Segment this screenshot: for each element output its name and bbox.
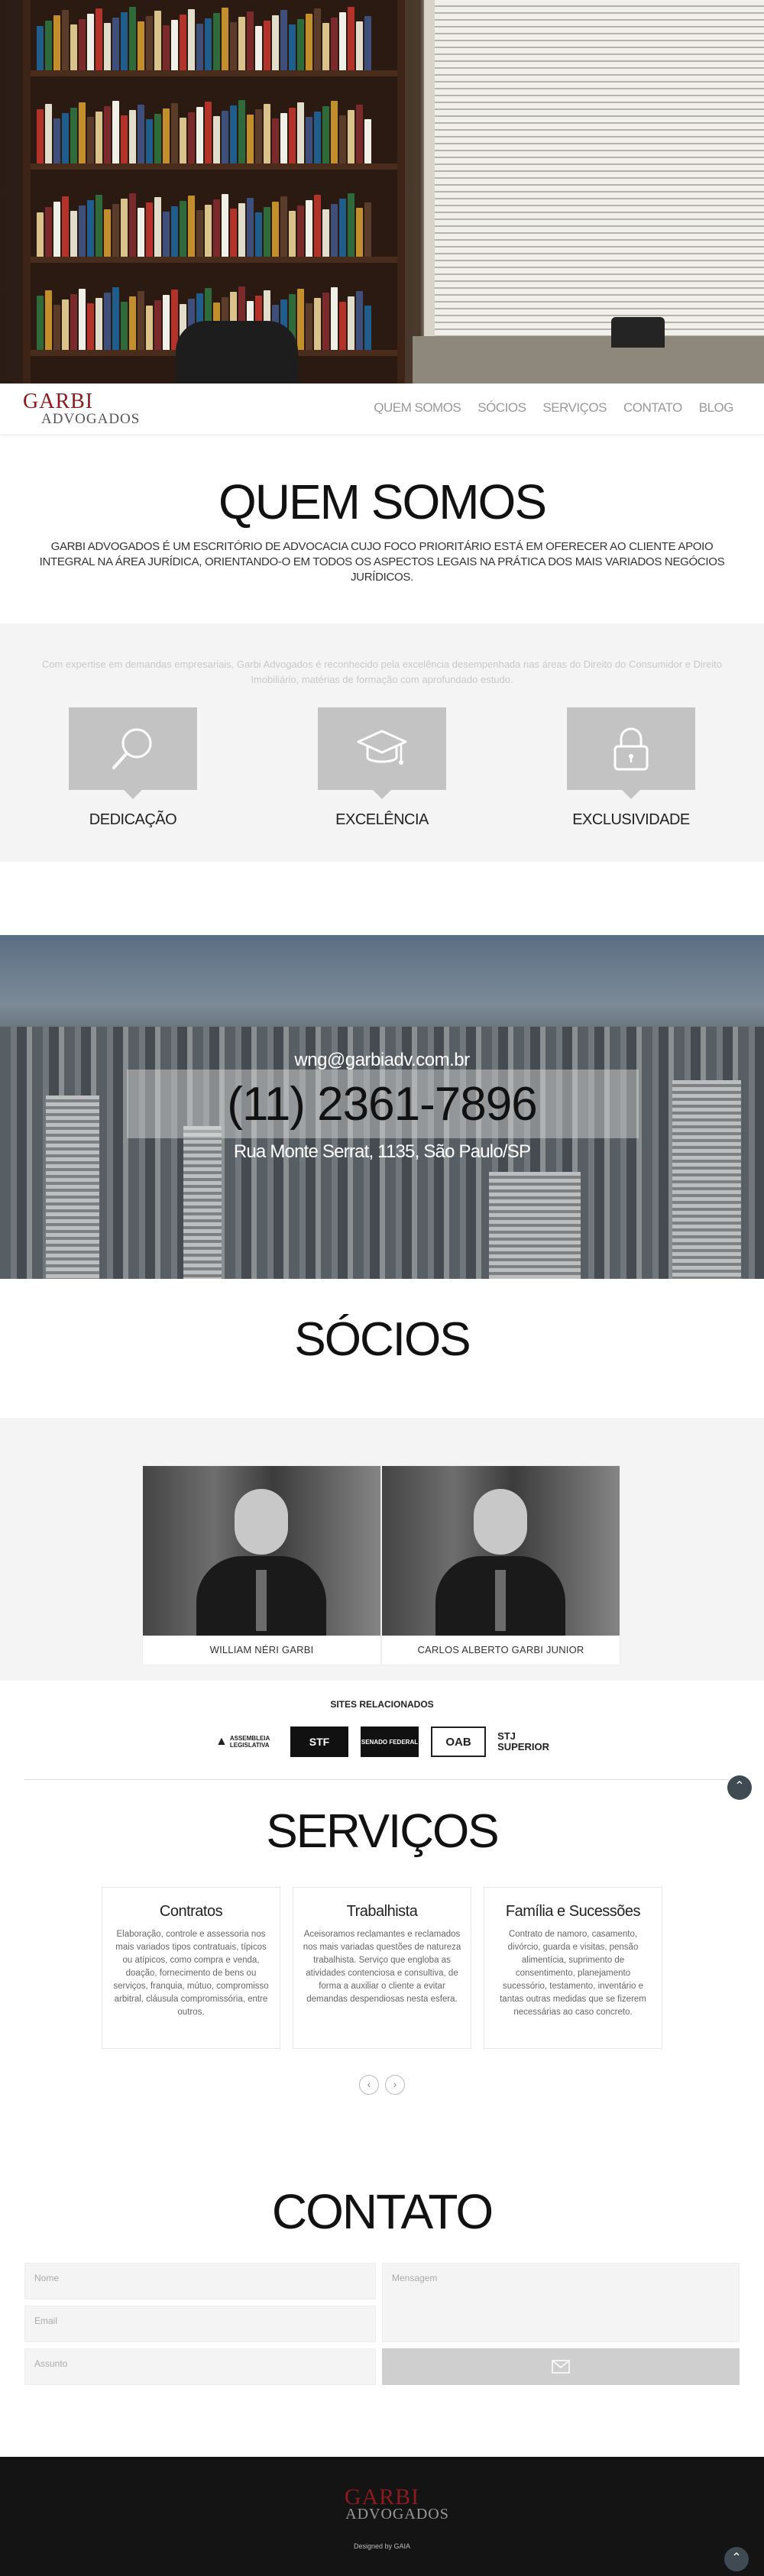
padlock-icon	[613, 727, 649, 771]
contact-title: CONTATO	[271, 2184, 494, 2239]
feature-label: DEDICAÇÃO	[89, 811, 177, 828]
stf-logo[interactable]: STF	[290, 1727, 348, 1757]
hero-image	[0, 0, 764, 383]
chair	[176, 321, 298, 383]
service-text: Elaboração, controle e assessoria nos ma…	[113, 1930, 269, 2017]
contact-address: Rua Monte Serrat, 1135, São Paulo/SP	[233, 1141, 531, 1162]
name-field[interactable]: Nome	[24, 2263, 376, 2299]
window-blinds	[424, 0, 764, 336]
nav-blog[interactable]: BLOG	[699, 400, 734, 416]
about-title: QUEM SOMOS	[218, 474, 547, 529]
partner-photo	[382, 1466, 620, 1636]
partner-name: WILLIAM NÉRI GARBI	[209, 1644, 314, 1655]
service-text: Aceisoramos reclamantes e reclamados nos…	[303, 1930, 461, 2004]
footer-logo: GARBI ADVOGADOS	[344, 2484, 449, 2523]
envelope-icon	[552, 2360, 570, 2374]
send-button[interactable]	[382, 2348, 740, 2385]
nav-menu: QUEM SOMOS SÓCIOS SERVIÇOS CONTATO BLOG	[374, 400, 733, 416]
logo[interactable]: GARBI ADVOGADOS	[23, 391, 140, 427]
partner-photo	[143, 1466, 380, 1636]
service-card-contratos[interactable]: Contratos Elaboração, controle e assesso…	[102, 1887, 280, 2049]
scroll-to-top-button[interactable]: ⌃	[724, 2547, 749, 2571]
feature-dedicacao: DEDICAÇÃO	[69, 707, 197, 829]
assembleia-legislativa-logo[interactable]: ▲ ASSEMBLEIA LEGISLATIVA	[215, 1727, 278, 1757]
navbar: GARBI ADVOGADOS QUEM SOMOS SÓCIOS SERVIÇ…	[0, 383, 764, 434]
oab-logo[interactable]: OAB	[431, 1727, 486, 1757]
partner-name: CARLOS ALBERTO GARBI JUNIOR	[417, 1644, 584, 1655]
service-card-familia[interactable]: Família e Sucessões Contrato de namoro, …	[484, 1887, 662, 2049]
about-text: GARBI ADVOGADOS É UM ESCRITÓRIO DE ADVOC…	[39, 540, 725, 584]
services-title: SERVIÇOS	[266, 1805, 499, 1858]
features-text: Com expertise em demandas empresariais, …	[41, 659, 723, 685]
footer: GARBI ADVOGADOS Designed by GAIA ⌃	[0, 2457, 764, 2576]
partner-card[interactable]: WILLIAM NÉRI GARBI	[142, 1465, 381, 1665]
feature-exclusividade: EXCLUSIVIDADE	[567, 707, 695, 829]
footer-credit[interactable]: Designed by GAIA	[0, 2542, 764, 2550]
magnifier-icon	[112, 728, 152, 769]
related-sites: SITES RELACIONADOS ▲ ASSEMBLEIA LEGISLAT…	[24, 1681, 740, 1780]
related-sites-title: SITES RELACIONADOS	[330, 1699, 434, 1710]
features-section: Com expertise em demandas empresariais, …	[0, 623, 764, 862]
graduation-cap-icon	[357, 730, 407, 765]
page: GARBI ADVOGADOS QUEM SOMOS SÓCIOS SERVIÇ…	[0, 0, 764, 2576]
services-list: Contratos Elaboração, controle e assesso…	[102, 1887, 664, 2049]
message-field[interactable]: Mensagem	[382, 2263, 740, 2342]
service-title: Família e Sucessões	[505, 1903, 641, 1920]
nav-servicos[interactable]: SERVIÇOS	[542, 400, 607, 416]
subject-field[interactable]: Assunto	[24, 2348, 376, 2385]
services-carousel-controls: ‹ ›	[359, 2075, 405, 2095]
service-text: Contrato de namoro, casamento, divórcio,…	[500, 1930, 646, 2017]
stj-logo[interactable]: STJ SUPERIOR	[497, 1727, 549, 1757]
partner-card[interactable]: CARLOS ALBERTO GARBI JUNIOR	[381, 1465, 620, 1665]
senado-federal-logo[interactable]: SENADO FEDERAL	[361, 1727, 419, 1757]
service-card-trabalhista[interactable]: Trabalhista Aceisoramos reclamantes e re…	[293, 1887, 471, 2049]
partners-title: SÓCIOS	[294, 1313, 471, 1366]
nav-contato[interactable]: CONTATO	[623, 400, 682, 416]
feature-label: EXCELÊNCIA	[335, 811, 429, 828]
contact-form: Nome Email Assunto Mensagem	[24, 2263, 740, 2385]
contact-banner: wng@garbiadv.com.br (11) 2361-7896 Rua M…	[0, 935, 764, 1279]
chevron-left-icon[interactable]: ‹	[359, 2075, 379, 2095]
contact-email[interactable]: wng@garbiadv.com.br	[0, 1050, 764, 1071]
nav-quem-somos[interactable]: QUEM SOMOS	[374, 400, 461, 416]
partners-grid: WILLIAM NÉRI GARBI CARLOS ALBERTO GARBI …	[142, 1465, 620, 1665]
feature-label: EXCLUSIVIDADE	[572, 811, 690, 828]
nav-socios[interactable]: SÓCIOS	[478, 400, 526, 416]
feature-excelencia: EXCELÊNCIA	[318, 707, 446, 829]
service-title: Contratos	[159, 1903, 223, 1920]
scroll-to-top-button[interactable]: ⌃	[727, 1775, 752, 1800]
contact-phone[interactable]: (11) 2361-7896	[0, 1077, 764, 1131]
service-title: Trabalhista	[346, 1903, 418, 1920]
related-sites-logos: ▲ ASSEMBLEIA LEGISLATIVA STF SENADO FEDE…	[24, 1727, 740, 1757]
email-field[interactable]: Email	[24, 2306, 376, 2342]
chevron-right-icon[interactable]: ›	[385, 2075, 405, 2095]
partners-section: WILLIAM NÉRI GARBI CARLOS ALBERTO GARBI …	[0, 1418, 764, 1681]
pen-holder	[611, 317, 665, 348]
